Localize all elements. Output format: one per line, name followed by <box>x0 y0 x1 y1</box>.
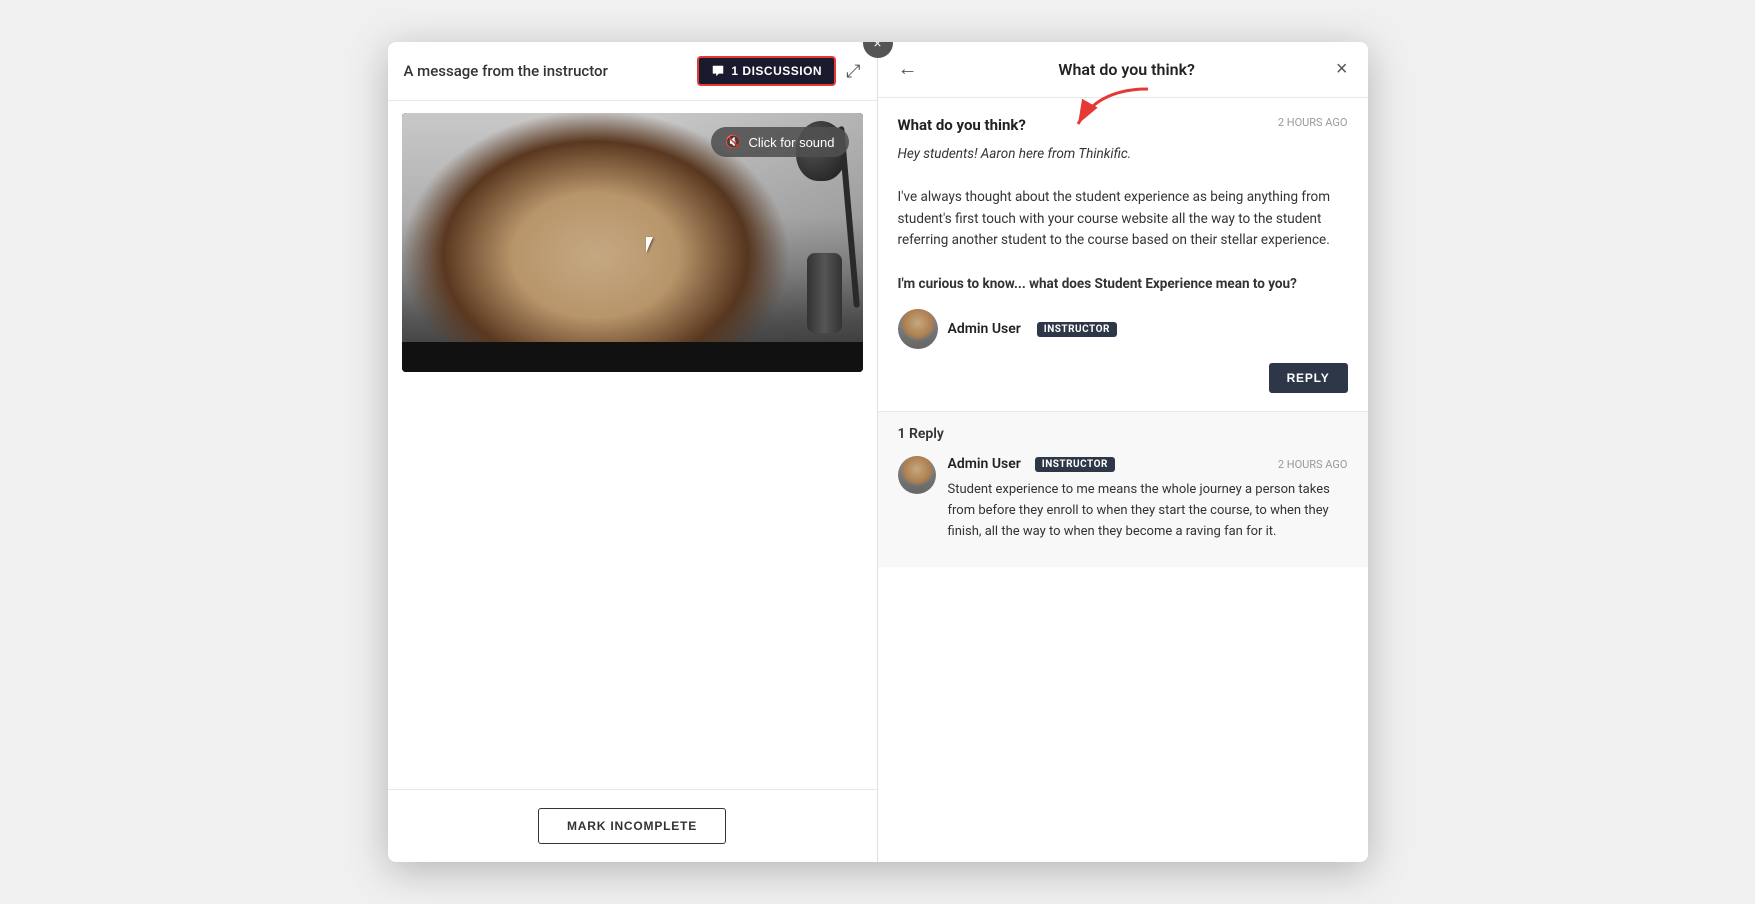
post-timestamp: 2 HOURS AGO <box>1278 116 1348 129</box>
post-header: What do you think? 2 HOURS AGO <box>898 116 1348 134</box>
mark-incomplete-label: MARK INCOMPLETE <box>567 819 697 833</box>
reply-button[interactable]: REPLY <box>1269 363 1348 393</box>
reply-author-avatar <box>898 456 936 494</box>
close-circle-icon: × <box>873 42 881 51</box>
post-author-badge: INSTRUCTOR <box>1037 322 1117 337</box>
back-button[interactable]: ← <box>898 58 918 81</box>
expand-icon: ⤢ <box>846 61 860 82</box>
left-header: A message from the instructor 1 DISCUSSI… <box>388 42 877 101</box>
post-author-avatar-figure <box>898 309 938 349</box>
mark-incomplete-button[interactable]: MARK INCOMPLETE <box>538 808 726 844</box>
left-panel-title: A message from the instructor <box>404 62 608 80</box>
sound-button[interactable]: 🔇 Click for sound <box>711 127 848 157</box>
post-body-question: I'm curious to know... what does Student… <box>898 276 1297 292</box>
post-body-italic: Hey students! Aaron here from Thinkific. <box>898 146 1132 162</box>
post-author: Admin User INSTRUCTOR <box>898 309 1348 349</box>
replies-section: 1 Reply Admin User INSTRUCTOR 2 HOURS AG… <box>878 412 1368 566</box>
reply-btn-label: REPLY <box>1287 371 1330 385</box>
video-container: 🔇 Click for sound <box>402 113 863 372</box>
right-panel-title: What do you think? <box>1058 60 1194 79</box>
right-close-button[interactable]: × <box>1336 58 1348 81</box>
sound-btn-label: Click for sound <box>749 135 835 150</box>
header-actions: 1 DISCUSSION ⤢ <box>697 56 860 86</box>
reply-author-avatar-figure <box>898 456 936 494</box>
discussion-btn-label: 1 DISCUSSION <box>731 64 822 78</box>
sound-icon: 🔇 <box>725 134 741 150</box>
discussion-post: What do you think? 2 HOURS AGO Hey stude… <box>878 98 1368 412</box>
post-author-avatar <box>898 309 938 349</box>
right-close-icon: × <box>1336 58 1348 80</box>
reply-body: Student experience to me means the whole… <box>948 480 1348 542</box>
discussion-icon <box>711 64 725 78</box>
left-panel: A message from the instructor 1 DISCUSSI… <box>388 42 878 862</box>
post-author-name: Admin User <box>948 321 1021 337</box>
microphone-body <box>807 253 842 333</box>
reply-timestamp: 2 HOURS AGO <box>1278 458 1348 471</box>
video-bottom-bar <box>402 342 863 372</box>
discussion-button[interactable]: 1 DISCUSSION <box>697 56 836 86</box>
modal-container: × A message from the instructor 1 DISCUS… <box>388 42 1368 862</box>
post-topic-title: What do you think? <box>898 116 1026 134</box>
right-panel: ← What do you think? × What do you think… <box>878 42 1368 862</box>
left-footer: MARK INCOMPLETE <box>388 789 877 862</box>
reply-item: Admin User INSTRUCTOR 2 HOURS AGO Studen… <box>898 456 1348 542</box>
expand-button[interactable]: ⤢ <box>846 61 860 82</box>
reply-meta: Admin User INSTRUCTOR 2 HOURS AGO <box>948 456 1348 472</box>
reply-author-badge: INSTRUCTOR <box>1035 457 1115 472</box>
right-panel-header: ← What do you think? × <box>878 42 1368 98</box>
reply-content: Admin User INSTRUCTOR 2 HOURS AGO Studen… <box>948 456 1348 542</box>
reply-author-name: Admin User <box>948 456 1021 472</box>
right-content: What do you think? 2 HOURS AGO Hey stude… <box>878 98 1368 862</box>
replies-count: 1 Reply <box>898 426 1348 442</box>
post-body-main: I've always thought about the student ex… <box>898 189 1331 248</box>
back-icon: ← <box>898 58 918 81</box>
post-body: Hey students! Aaron here from Thinkific.… <box>898 144 1348 295</box>
